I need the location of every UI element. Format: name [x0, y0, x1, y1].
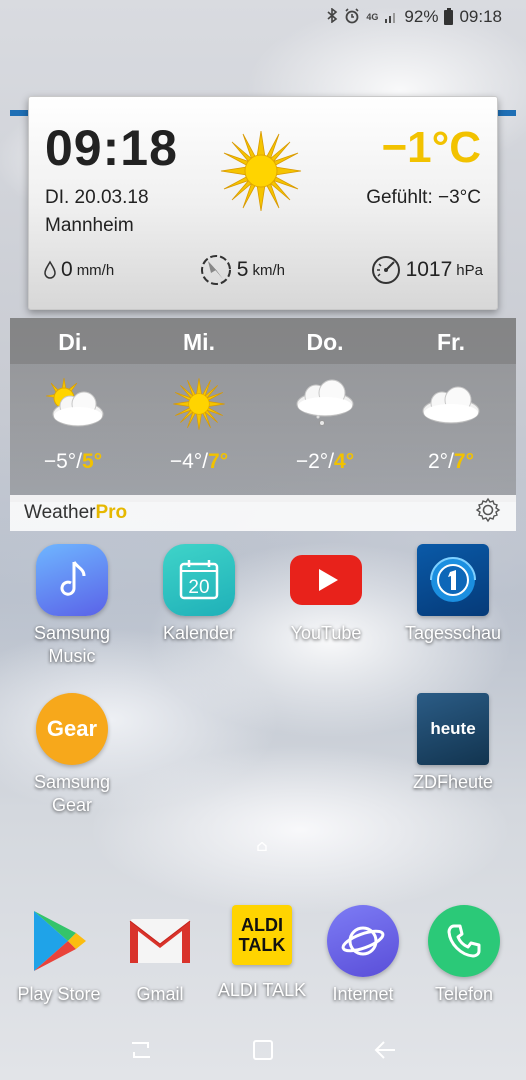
forecast-high: 4° [334, 450, 355, 473]
app-label: YouTube [290, 623, 362, 643]
felt-temperature: Gefühlt: −3°C [366, 187, 481, 208]
partly-sunny-icon [45, 377, 104, 427]
gear-app-icon: Gear [36, 693, 108, 765]
wind-value: 5 [236, 258, 249, 281]
widget-city: Mannheim [45, 215, 134, 236]
app-youtube[interactable]: YouTube [265, 544, 387, 645]
alarm-icon [344, 7, 360, 27]
forecast-day-name: Di. [58, 329, 88, 355]
forecast-day: Di. −5°/5° [10, 318, 136, 474]
internet-icon [327, 905, 399, 977]
forecast-high: 5° [82, 450, 103, 473]
weather-widget-current[interactable]: 09:18 DI. 20.03.18 Mannheim −1°C Gefühlt… [28, 96, 498, 310]
barometer-icon [371, 256, 400, 284]
sun-icon [220, 130, 302, 212]
aldi-talk-text-2: TALK [238, 935, 286, 955]
app-kalender[interactable]: 20 Kalender [138, 544, 260, 645]
phone-icon [428, 905, 500, 977]
widget-time: 09:18 [45, 120, 178, 176]
forecast-day-name: Mi. [183, 329, 215, 355]
widget-footer: WeatherPro [10, 495, 516, 531]
tagesschau-icon [417, 544, 489, 616]
forecast-temps: 2°/7° [388, 450, 514, 474]
brand-pro: Pro [95, 502, 128, 523]
cloud-icon [422, 386, 480, 424]
aldi-talk-text-1: ALDI [241, 915, 283, 935]
weatherpro-brand: WeatherPro [24, 502, 127, 524]
wind: 5 km/h [199, 253, 285, 287]
weather-forecast[interactable]: Di. −5°/5° Mi. −4°/7° Do. −2°/4° Fr. 2°/… [10, 318, 516, 502]
home-icon[interactable] [243, 1030, 283, 1070]
gmail-icon [124, 905, 196, 977]
forecast-temps: −4°/7° [136, 450, 262, 474]
pressure-unit: hPa [456, 261, 483, 279]
app-samsung-gear[interactable]: Gear Samsung Gear [11, 693, 133, 817]
precipitation-value: 0 [61, 258, 73, 281]
forecast-low: −5°/ [43, 450, 83, 473]
play-store-icon [23, 905, 95, 977]
forecast-high: 7° [208, 450, 229, 473]
weather-metrics: 0 mm/h 5 km/h 1017 hPa [43, 253, 483, 287]
battery-percent: 92% [404, 7, 439, 26]
app-samsung-music[interactable]: Samsung Music [11, 544, 133, 668]
svg-text:20: 20 [188, 577, 209, 598]
app-label: Samsung [33, 772, 111, 792]
precipitation-unit: mm/h [76, 261, 115, 279]
calendar-icon: 20 [163, 544, 235, 616]
music-note-icon [36, 544, 108, 616]
signal-icon [384, 9, 398, 26]
forecast-day: Do. −2°/4° [262, 318, 388, 474]
app-label-line2: Gear [51, 795, 93, 815]
status-bar: 4G 92% 09:18 [0, 0, 526, 34]
forecast-low: −2°/ [295, 450, 335, 473]
battery-icon [444, 7, 454, 25]
app-tagesschau[interactable]: Tagesschau [392, 544, 514, 645]
sun-icon [173, 378, 225, 430]
wind-compass-icon [200, 255, 231, 285]
gear-app-text: Gear [46, 716, 98, 741]
navigation-bar [0, 1020, 526, 1080]
brand-main: Weather [24, 502, 96, 523]
pressure: 1017 hPa [370, 254, 483, 286]
wind-unit: km/h [252, 261, 285, 279]
aldi-talk-icon: ALDI TALK [232, 905, 292, 965]
status-time: 09:18 [459, 7, 502, 26]
app-label: Telefon [434, 984, 494, 1004]
youtube-icon [290, 544, 362, 616]
precipitation: 0 mm/h [43, 258, 114, 282]
app-zdfheute[interactable]: heute ZDFheute [392, 693, 514, 794]
forecast-low: −4°/ [169, 450, 209, 473]
home-page-indicator-icon [257, 842, 267, 851]
bluetooth-icon [327, 7, 338, 26]
current-temperature: −1°C [381, 123, 481, 172]
4g-icon: 4G [366, 12, 379, 22]
cloud-drizzle-icon [296, 379, 354, 426]
forecast-day-name: Do. [306, 329, 344, 355]
app-label: Samsung [33, 623, 111, 643]
zdfheute-icon: heute [417, 693, 489, 765]
forecast-day-name: Fr. [436, 329, 466, 355]
widget-date: DI. 20.03.18 [45, 187, 149, 208]
recent-apps-icon[interactable] [121, 1030, 161, 1070]
app-label: Tagesschau [404, 623, 502, 643]
back-icon[interactable] [365, 1030, 405, 1070]
app-label: Kalender [162, 623, 236, 643]
forecast-high: 7° [453, 450, 474, 473]
pressure-value: 1017 [405, 258, 453, 281]
app-telefon[interactable]: Telefon [403, 905, 525, 1006]
forecast-day: Mi. −4°/7° [136, 318, 262, 474]
forecast-temps: −2°/4° [262, 450, 388, 474]
forecast-day: Fr. 2°/7° [388, 318, 514, 474]
app-label-line2: Music [48, 646, 96, 666]
raindrop-icon [44, 260, 56, 279]
forecast-temps: −5°/5° [10, 450, 136, 474]
zdfheute-text: heute [430, 719, 476, 738]
gear-icon[interactable] [474, 496, 502, 531]
app-label: ZDFheute [412, 772, 494, 792]
forecast-low: 2°/ [428, 450, 454, 473]
